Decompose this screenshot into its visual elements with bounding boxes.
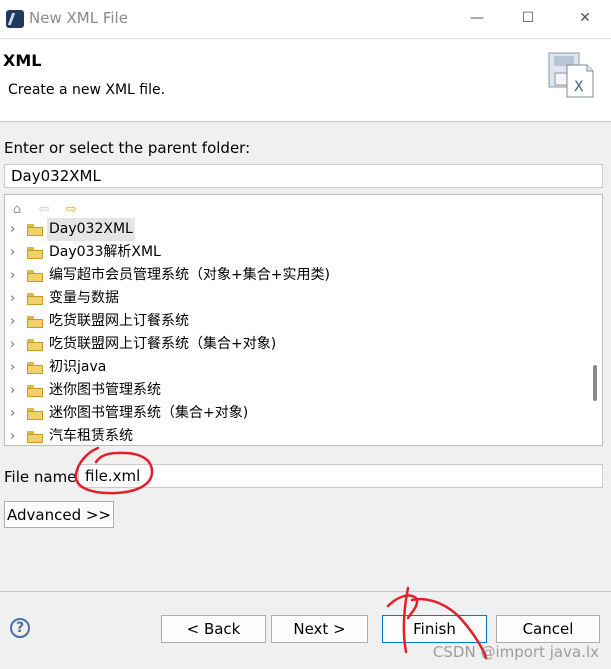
chevron-right-icon[interactable]: › <box>10 264 15 287</box>
wizard-description: Create a new XML file. <box>8 82 166 98</box>
tree-item-label: Day033解析XML <box>49 244 161 260</box>
tree-item[interactable]: › 吃货联盟网上订餐系统 <box>5 310 588 333</box>
minimize-button[interactable]: — <box>464 6 490 30</box>
tree-item-label: 初识java <box>49 359 107 375</box>
tree-item-label: 吃货联盟网上订餐系统 <box>49 313 189 329</box>
folder-icon <box>27 431 43 443</box>
chevron-right-icon[interactable]: › <box>10 287 15 310</box>
folder-icon <box>27 293 43 305</box>
tree-item-label: 编写超市会员管理系统（对象+集合+实用类) <box>49 267 330 283</box>
tree-item-label: Day032XML <box>47 218 135 241</box>
chevron-right-icon[interactable]: › <box>10 310 15 333</box>
folder-icon <box>27 362 43 374</box>
folder-icon <box>27 224 43 236</box>
xml-file-icon: X <box>548 52 594 98</box>
back-button[interactable]: < Back <box>161 615 266 643</box>
wizard-banner: XML Create a new XML file. X <box>0 39 611 122</box>
chevron-right-icon[interactable]: › <box>10 333 15 356</box>
eclipse-app-icon <box>6 10 24 28</box>
chevron-right-icon[interactable]: › <box>10 241 15 264</box>
parent-folder-label: Enter or select the parent folder: <box>4 139 251 157</box>
folder-icon <box>27 270 43 282</box>
tree-scrollbar[interactable] <box>587 195 602 445</box>
title-bar: New XML File — ☐ ✕ <box>0 0 611 39</box>
back-arrow-icon[interactable]: ⇦ <box>36 202 52 218</box>
tree-item-label: 迷你图书管理系统 <box>49 382 161 398</box>
parent-folder-input[interactable]: Day032XML <box>4 164 603 188</box>
file-name-input[interactable]: file.xml <box>78 464 603 488</box>
folder-icon <box>27 385 43 397</box>
tree-item[interactable]: › 汽车租赁系统 <box>5 425 588 445</box>
wizard-title: XML <box>3 51 42 70</box>
folder-icon <box>27 408 43 420</box>
cancel-button[interactable]: Cancel <box>496 615 600 643</box>
file-name-label: File name: <box>4 468 82 486</box>
chevron-right-icon[interactable]: › <box>10 218 15 241</box>
window-title: New XML File <box>29 9 128 27</box>
folder-icon <box>27 247 43 259</box>
tree-item[interactable]: › 编写超市会员管理系统（对象+集合+实用类) <box>5 264 588 287</box>
tree-item[interactable]: › 迷你图书管理系统（集合+对象) <box>5 402 588 425</box>
forward-arrow-icon[interactable]: ⇨ <box>63 202 79 218</box>
next-button[interactable]: Next > <box>271 615 368 643</box>
home-icon[interactable]: ⌂ <box>9 202 25 218</box>
chevron-right-icon[interactable]: › <box>10 356 15 379</box>
tree-item[interactable]: › Day033解析XML <box>5 241 588 264</box>
chevron-right-icon[interactable]: › <box>10 425 15 445</box>
folder-icon <box>27 316 43 328</box>
tree-list: › Day032XML › Day033解析XML › 编写超市会员管理系统（对象+集合+… <box>5 218 588 445</box>
tree-item-label: 吃货联盟网上订餐系统（集合+对象) <box>49 336 277 352</box>
tree-toolbar: ⌂ ⇦ ⇨ <box>9 198 85 218</box>
finish-button[interactable]: Finish <box>382 615 487 643</box>
tree-item[interactable]: › Day032XML <box>5 218 588 241</box>
tree-item[interactable]: › 初识java <box>5 356 588 379</box>
chevron-right-icon[interactable]: › <box>10 402 15 425</box>
folder-tree[interactable]: ⌂ ⇦ ⇨ › Day032XML › Day033解析XML › 编写超市会员管理系统（… <box>4 194 603 446</box>
advanced-button[interactable]: Advanced >> <box>4 501 114 528</box>
close-button[interactable]: ✕ <box>572 6 598 30</box>
help-icon[interactable]: ? <box>10 618 30 638</box>
tree-item-label: 迷你图书管理系统（集合+对象) <box>49 405 249 421</box>
maximize-button[interactable]: ☐ <box>515 6 541 30</box>
footer-separator <box>0 591 611 592</box>
svg-text:X: X <box>574 79 584 95</box>
tree-scrollbar-thumb[interactable] <box>593 365 597 401</box>
tree-item[interactable]: › 变量与数据 <box>5 287 588 310</box>
folder-icon <box>27 339 43 351</box>
tree-item[interactable]: › 迷你图书管理系统 <box>5 379 588 402</box>
tree-item[interactable]: › 吃货联盟网上订餐系统（集合+对象) <box>5 333 588 356</box>
tree-item-label: 变量与数据 <box>49 290 119 306</box>
tree-item-label: 汽车租赁系统 <box>49 428 133 444</box>
csdn-watermark: CSDN @import java.lx <box>432 643 599 661</box>
chevron-right-icon[interactable]: › <box>10 379 15 402</box>
